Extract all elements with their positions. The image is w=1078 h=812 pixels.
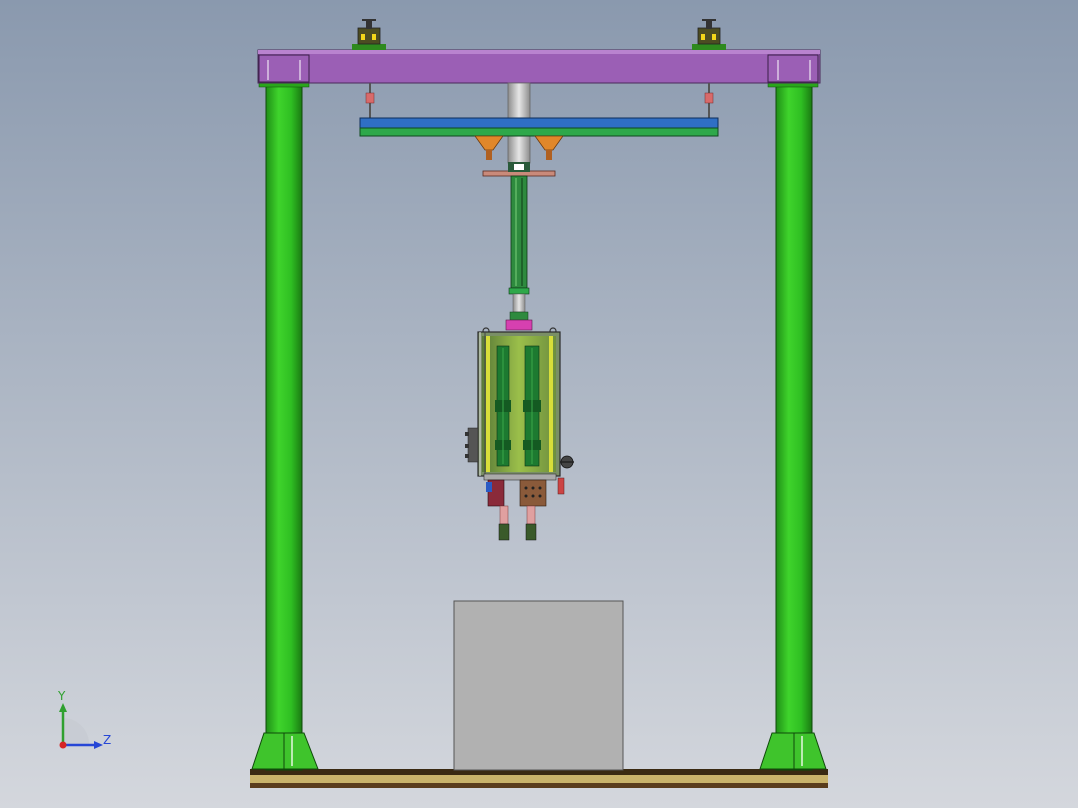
y-axis-label: Y [57,689,66,703]
base-plate[interactable] [250,769,828,788]
assembly-drawing: Y Z [0,0,1078,808]
cad-viewport[interactable]: Y Z [0,0,1078,808]
workpiece-box[interactable] [453,600,624,771]
z-axis-label: Z [103,733,111,747]
left-nozzle[interactable] [498,505,510,541]
origin-dot [59,741,67,749]
left-valve-block[interactable] [465,427,479,463]
gripper-base [483,473,557,507]
right-cylinder [523,345,541,467]
right-nozzle[interactable] [525,505,537,541]
gripper-head[interactable] [477,319,561,477]
hanging-plate[interactable] [359,117,719,137]
top-beam[interactable] [257,49,821,84]
left-cylinder [495,345,511,467]
